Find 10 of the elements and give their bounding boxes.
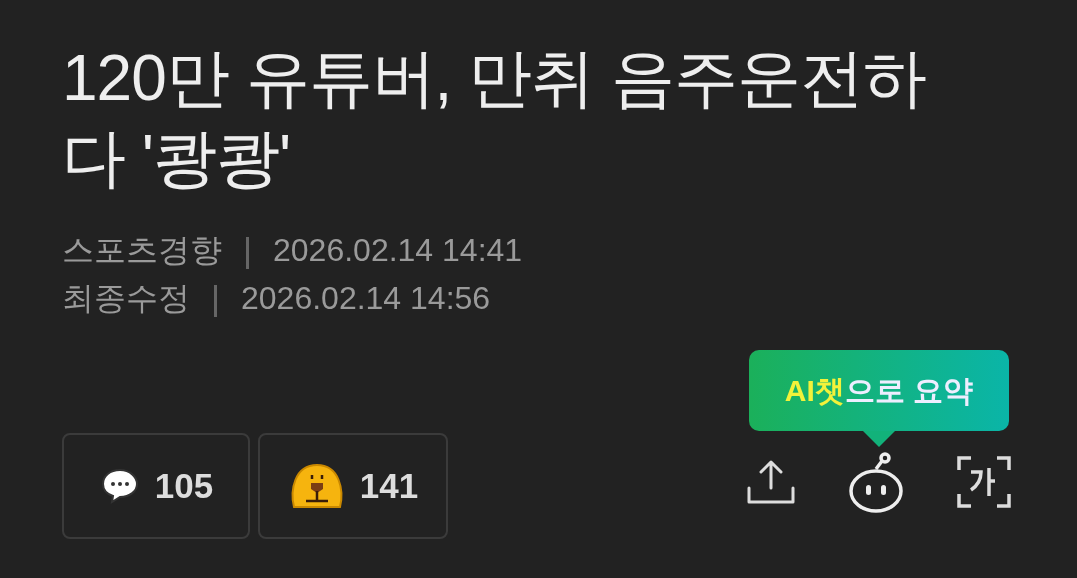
meta-date: 2026.02.14 14:56: [241, 279, 491, 318]
headline: 120만 유튜버, 만취 음주운전하다 '쾅쾅': [62, 41, 927, 196]
meta-date: 2026.02.14 14:41: [273, 231, 523, 270]
robot-icon[interactable]: [847, 451, 905, 513]
comment-button[interactable]: 105: [62, 433, 250, 539]
tooltip-pointer: [863, 431, 895, 447]
meta-label: 스포츠경향: [62, 231, 222, 270]
meta-label: 최종수정: [62, 279, 190, 318]
reaction-button[interactable]: 141: [258, 433, 448, 539]
text-scan-icon[interactable]: [955, 454, 1013, 510]
